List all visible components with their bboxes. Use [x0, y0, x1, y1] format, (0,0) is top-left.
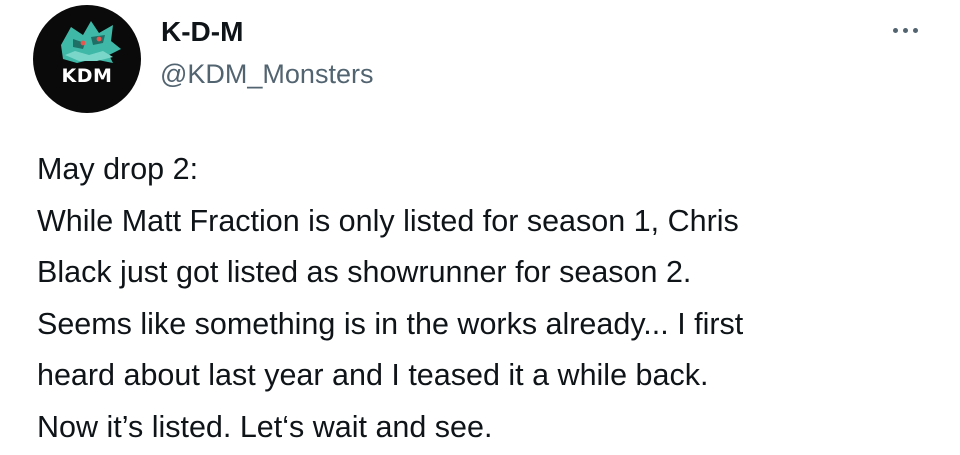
tweet-text-line: While Matt Fraction is only listed for s…: [37, 203, 739, 238]
tweet-text: May drop 2: While Matt Fraction is only …: [37, 144, 937, 453]
author-handle[interactable]: @KDM_Monsters: [160, 57, 373, 91]
more-dots-icon: [912, 27, 918, 33]
tweet-text-line: Black just got listed as showrunner for …: [37, 255, 692, 289]
tweet-text-line: Now it’s listed. Let‘s wait and see.: [37, 409, 493, 444]
tweet-text-line: heard about last year and I teased it a …: [37, 358, 709, 392]
author-display-name[interactable]: K-D-M: [161, 14, 243, 50]
tweet-card: KDM K-D-M @KDM_Monsters May drop 2: Whil…: [0, 0, 960, 455]
more-dots-icon: [902, 27, 908, 33]
more-options-button[interactable]: [885, 18, 925, 42]
more-dots-icon: [892, 27, 898, 33]
avatar-logo-text: KDM: [61, 65, 113, 87]
avatar[interactable]: KDM: [33, 5, 141, 113]
monster-logo-icon: [61, 21, 121, 63]
tweet-text-line: May drop 2:: [37, 152, 199, 186]
tweet-text-line: Seems like something is in the works alr…: [37, 306, 744, 341]
